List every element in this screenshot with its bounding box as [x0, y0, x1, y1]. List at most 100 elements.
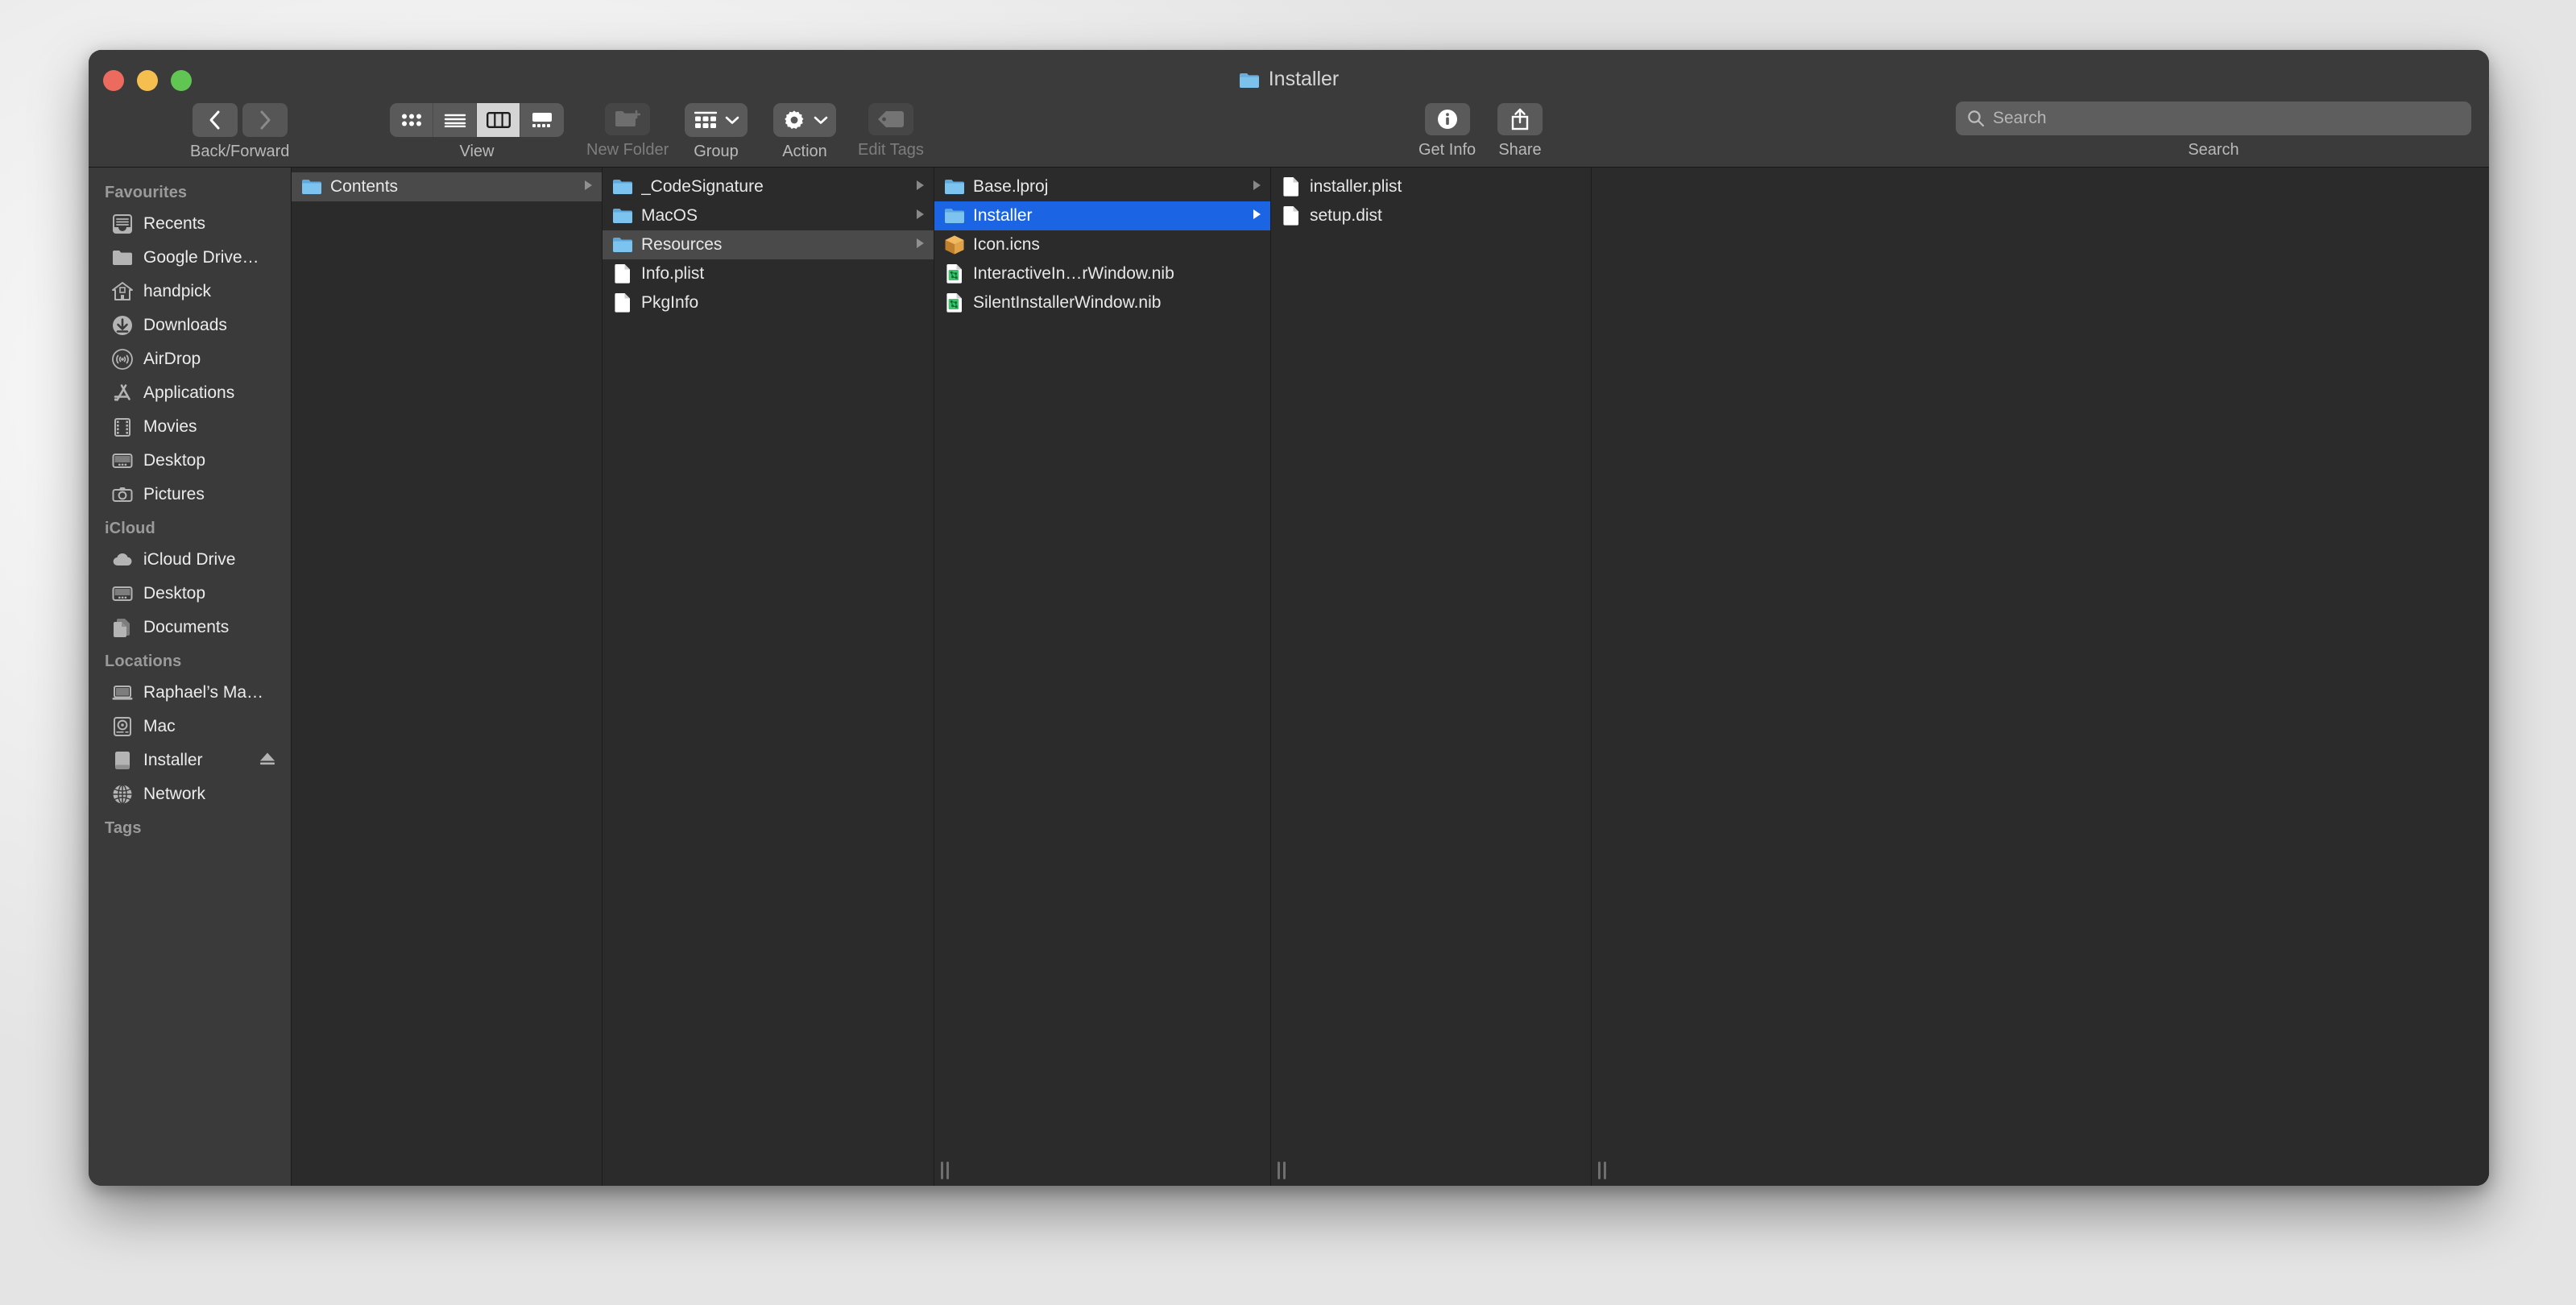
- search-group: Search Search: [1956, 102, 2471, 160]
- chevron-down-icon: [814, 116, 828, 124]
- disclosure-chevron-icon[interactable]: [1252, 208, 1262, 225]
- sidebar-item-handpick[interactable]: handpick: [89, 275, 291, 309]
- sidebar-item-desktop[interactable]: Desktop: [89, 577, 291, 611]
- share-button[interactable]: [1497, 103, 1543, 135]
- file-row[interactable]: Installer: [934, 201, 1270, 230]
- column-2[interactable]: _CodeSignature MacOS Resources Info.plist Pk…: [603, 168, 934, 1186]
- action-button[interactable]: [773, 103, 836, 137]
- back-button[interactable]: [192, 103, 238, 137]
- icon-view-button[interactable]: [390, 103, 433, 137]
- file-row[interactable]: Contents: [292, 172, 602, 201]
- file-name: Info.plist: [641, 264, 705, 283]
- file-row[interactable]: Base.lproj: [934, 172, 1270, 201]
- file-row[interactable]: Info.plist: [603, 259, 934, 288]
- sidebar-item-airdrop[interactable]: AirDrop: [89, 342, 291, 376]
- gear-icon: [785, 110, 804, 129]
- file-name: Icon.icns: [973, 235, 1040, 254]
- file-row[interactable]: _CodeSignature: [603, 172, 934, 201]
- disclosure-chevron-icon[interactable]: [915, 208, 926, 225]
- sidebar-item-icloud-drive[interactable]: iCloud Drive: [89, 543, 291, 577]
- edit-tags-label: Edit Tags: [858, 141, 924, 159]
- file-row[interactable]: Resources: [603, 230, 934, 259]
- file-row[interactable]: MacOS: [603, 201, 934, 230]
- forward-button[interactable]: [242, 103, 288, 137]
- file-row[interactable]: installer.plist: [1271, 172, 1591, 201]
- sidebar-item-label: iCloud Drive: [143, 550, 236, 569]
- file-row[interactable]: Icon.icns: [934, 230, 1270, 259]
- document-icon: [1281, 176, 1302, 197]
- disclosure-chevron-icon[interactable]: [583, 179, 594, 196]
- cloud-icon: [111, 549, 134, 571]
- gallery-view-button[interactable]: [520, 103, 564, 137]
- sidebar-item-label: Downloads: [143, 316, 227, 334]
- new-folder-label: New Folder: [586, 141, 669, 159]
- column-resize-grip[interactable]: [1598, 1158, 1613, 1179]
- action-label: Action: [782, 143, 827, 160]
- file-row[interactable]: SilentInstallerWindow.nib: [934, 288, 1270, 317]
- file-name: _CodeSignature: [641, 177, 764, 196]
- laptop-icon: [111, 682, 134, 704]
- sidebar-item-applications[interactable]: Applications: [89, 376, 291, 410]
- sidebar-item-recents[interactable]: Recents: [89, 207, 291, 241]
- minimize-button[interactable]: [137, 70, 158, 91]
- action-group: Action: [773, 103, 836, 161]
- sidebar-item-google-drive[interactable]: Google Drive…: [89, 241, 291, 275]
- list-view-button[interactable]: [433, 103, 477, 137]
- column-4[interactable]: installer.plist setup.dist: [1271, 168, 1592, 1186]
- share-label: Share: [1498, 141, 1542, 159]
- column-view-button[interactable]: [477, 103, 520, 137]
- file-row[interactable]: InteractiveIn…rWindow.nib: [934, 259, 1270, 288]
- eject-icon[interactable]: [259, 751, 276, 771]
- sidebar-item-desktop[interactable]: Desktop: [89, 444, 291, 478]
- file-name: setup.dist: [1310, 206, 1382, 225]
- file-row[interactable]: setup.dist: [1271, 201, 1591, 230]
- file-name: MacOS: [641, 206, 698, 225]
- disclosure-chevron-icon[interactable]: [915, 237, 926, 254]
- search-label: Search: [2188, 141, 2239, 159]
- home-icon: [111, 280, 134, 303]
- column-resize-grip[interactable]: [1278, 1158, 1292, 1179]
- sidebar-item-documents[interactable]: Documents: [89, 611, 291, 644]
- search-icon: [1968, 110, 1985, 127]
- file-row[interactable]: PkgInfo: [603, 288, 934, 317]
- get-info-label: Get Info: [1418, 141, 1476, 159]
- sidebar-item-downloads[interactable]: Downloads: [89, 309, 291, 342]
- sidebar-item-movies[interactable]: Movies: [89, 410, 291, 444]
- maximize-button[interactable]: [171, 70, 192, 91]
- folder-icon: [612, 234, 633, 255]
- sidebar-item-raphael-s-ma[interactable]: Raphael’s Ma…: [89, 676, 291, 710]
- folder-plain-icon: [111, 246, 134, 269]
- share-group: Share: [1497, 103, 1543, 160]
- sidebar-item-label: Documents: [143, 618, 230, 636]
- file-name: Installer: [973, 206, 1033, 225]
- view-segmented-control[interactable]: [390, 103, 564, 137]
- group-button[interactable]: [685, 103, 748, 137]
- sidebar-item-mac[interactable]: Mac: [89, 710, 291, 744]
- close-button[interactable]: [103, 70, 124, 91]
- search-input[interactable]: Search: [1956, 102, 2471, 135]
- sidebar-item-label: Recents: [143, 214, 206, 233]
- sidebar-item-installer[interactable]: Installer: [89, 744, 291, 777]
- airdrop-icon: [111, 348, 134, 371]
- group-group: Group: [685, 103, 748, 161]
- column-5[interactable]: [1592, 168, 2489, 1186]
- get-info-button[interactable]: [1424, 103, 1470, 135]
- back-forward-group: Back/Forward: [190, 103, 289, 161]
- disclosure-chevron-icon[interactable]: [1252, 179, 1262, 196]
- file-name: PkgInfo: [641, 293, 699, 312]
- window-body: Favourites Recents Google Drive… handpick Do…: [89, 168, 2489, 1186]
- folder-icon: [944, 176, 965, 197]
- desktop-icon: [111, 450, 134, 472]
- column-3[interactable]: Base.lproj Installer Icon.icns InteractiveI…: [934, 168, 1271, 1186]
- sidebar-item-label: Pictures: [143, 485, 205, 503]
- column-1[interactable]: Contents: [292, 168, 603, 1186]
- desktop-background: Installer Back/Forward View New Folder G…: [0, 0, 2576, 1305]
- sidebar-item-network[interactable]: Network: [89, 777, 291, 811]
- sidebar-item-pictures[interactable]: Pictures: [89, 478, 291, 512]
- column-resize-grip[interactable]: [941, 1158, 955, 1179]
- new-folder-button[interactable]: [605, 103, 651, 135]
- nib-icon: [944, 263, 965, 284]
- disclosure-chevron-icon[interactable]: [915, 179, 926, 196]
- file-name: Contents: [330, 177, 399, 196]
- edit-tags-button[interactable]: [868, 103, 913, 135]
